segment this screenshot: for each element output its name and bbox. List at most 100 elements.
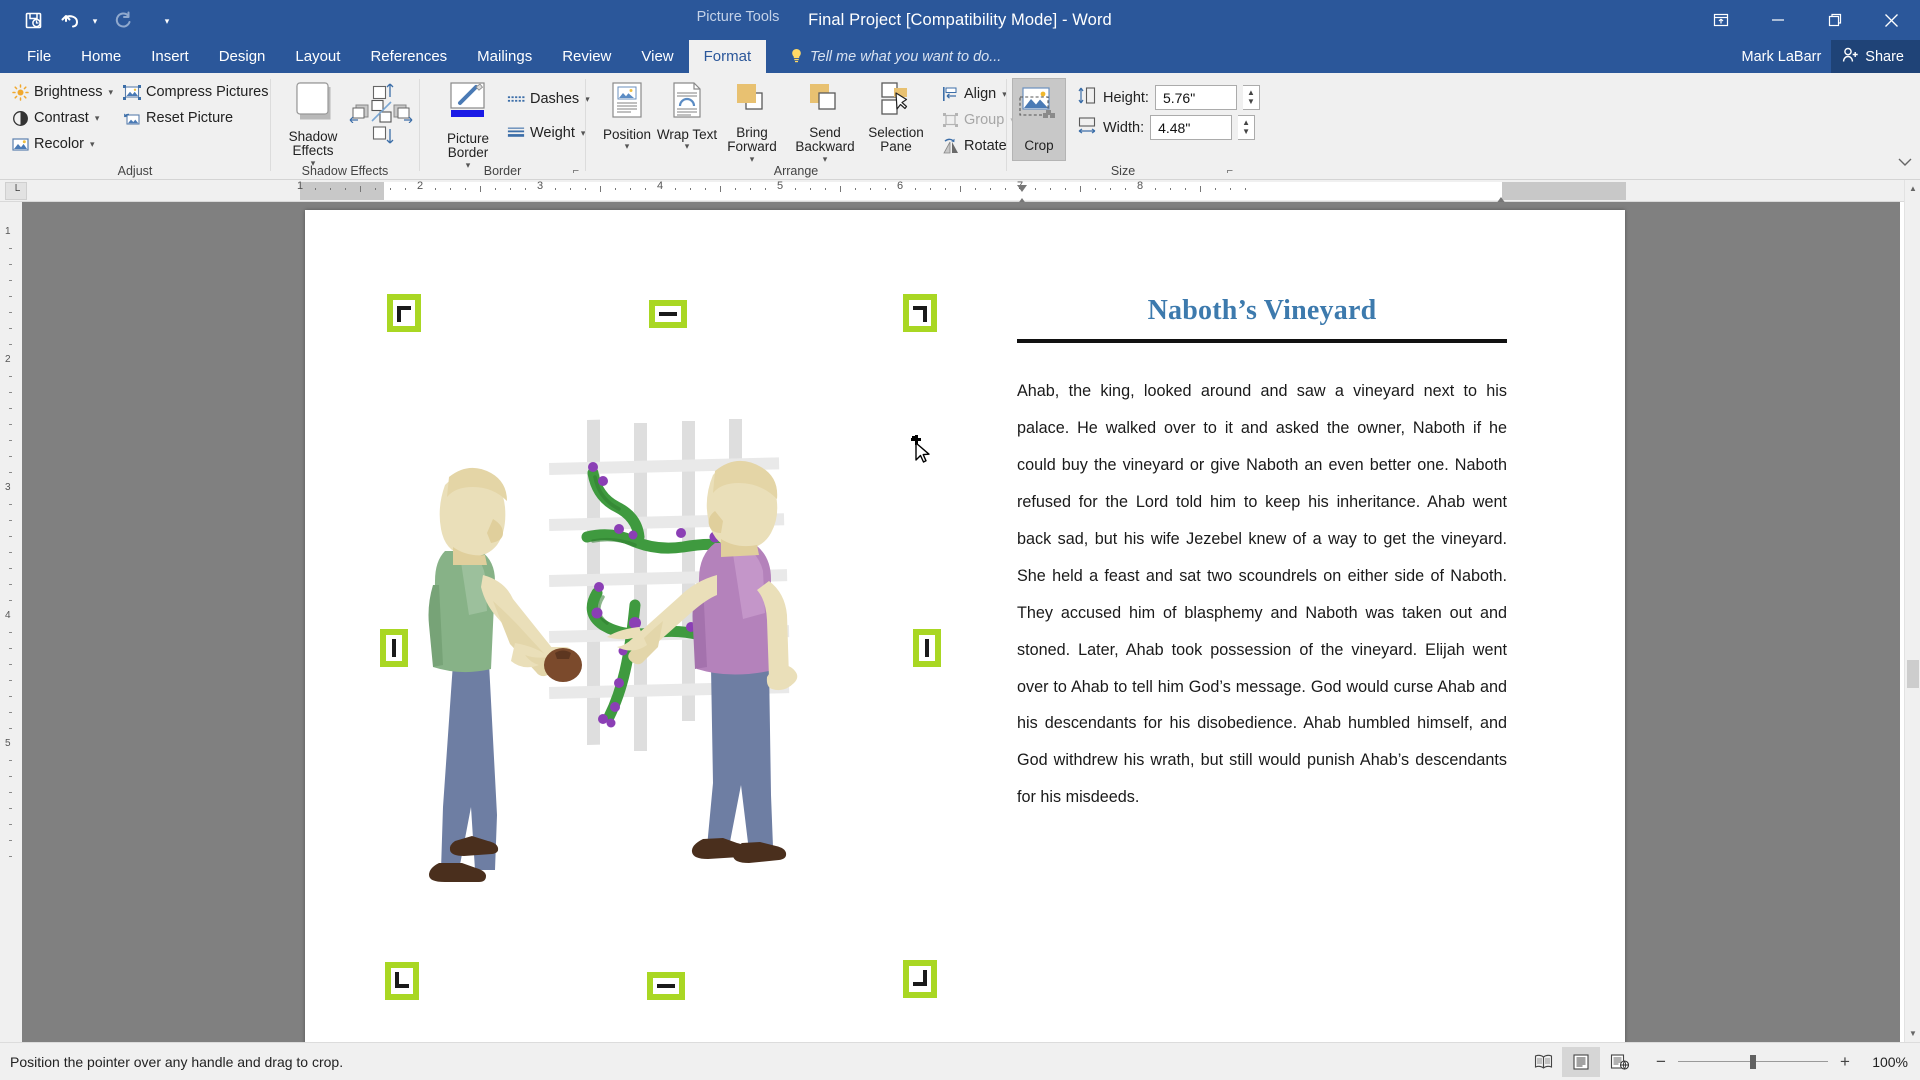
crop-handle-top-left[interactable] <box>387 294 421 332</box>
tab-home[interactable]: Home <box>66 40 136 73</box>
ruler-tick <box>870 188 871 190</box>
nudge-shadow-right-button[interactable] <box>391 101 413 128</box>
ruler-number: 4 <box>656 180 664 192</box>
chevron-down-icon[interactable]: ▾ <box>750 154 755 165</box>
horizontal-ruler[interactable]: └ 12345678 <box>0 180 1920 205</box>
crop-handle-bottom-right[interactable] <box>903 960 937 998</box>
vertical-ruler-number: 4 <box>5 610 11 621</box>
vertical-ruler-tick <box>9 440 12 441</box>
web-layout-view-button[interactable] <box>1600 1047 1638 1077</box>
ruler-tick <box>330 188 331 190</box>
vertical-ruler[interactable]: 1 2 3 4 5 <box>0 202 22 1042</box>
contrast-button[interactable]: Contrast ▾ <box>6 105 118 131</box>
vertical-ruler-tick <box>9 728 12 729</box>
naboth-vineyard-illustration[interactable] <box>397 415 857 935</box>
print-layout-view-button[interactable] <box>1562 1046 1600 1077</box>
ruler-number: 5 <box>776 180 784 192</box>
compress-pictures-button[interactable]: Compress Pictures <box>118 79 273 105</box>
crop-handle-middle-left[interactable] <box>380 629 408 667</box>
zoom-slider-thumb[interactable] <box>1750 1054 1756 1069</box>
ruler-tick <box>1005 188 1006 190</box>
zoom-level-label[interactable]: 100% <box>1862 1054 1908 1070</box>
picture-border-button[interactable]: Picture Border ▾ <box>438 77 498 170</box>
ruler-tick <box>1080 186 1081 192</box>
send-backward-icon <box>805 81 845 123</box>
scroll-down-icon[interactable]: ▼ <box>1905 1025 1920 1042</box>
nudge-shadow-left-button[interactable] <box>349 101 371 128</box>
nudge-shadow-down-button[interactable] <box>371 125 395 152</box>
position-button[interactable]: Position ▾ <box>596 77 658 152</box>
send-backward-button[interactable]: Send Backward ▾ <box>788 77 862 164</box>
width-input[interactable]: 4.48" <box>1150 115 1233 140</box>
crop-handle-middle-right[interactable] <box>913 629 941 667</box>
bring-forward-button[interactable]: Bring Forward ▾ <box>716 77 788 164</box>
selection-pane-button[interactable]: Selection Pane <box>860 77 932 155</box>
zoom-out-button[interactable]: − <box>1654 1052 1668 1072</box>
crop-handle-top-right[interactable] <box>903 294 937 332</box>
document-page[interactable]: Naboth’s Vineyard Ahab, the king, looked… <box>305 210 1625 1042</box>
wrap-text-button[interactable]: Wrap Text ▾ <box>656 77 718 152</box>
shadow-effects-button[interactable]: Shadow Effects ▾ <box>281 77 345 168</box>
tab-layout[interactable]: Layout <box>280 40 355 73</box>
read-mode-view-button[interactable] <box>1524 1047 1562 1077</box>
tab-review[interactable]: Review <box>547 40 626 73</box>
tab-insert[interactable]: Insert <box>136 40 204 73</box>
chevron-down-icon[interactable]: ▾ <box>95 113 100 124</box>
scrollbar-thumb[interactable] <box>1907 660 1919 688</box>
ruler-tick <box>840 186 841 192</box>
share-button[interactable]: Share <box>1831 40 1920 73</box>
share-label: Share <box>1865 48 1904 65</box>
ribbon-display-options-icon[interactable] <box>1692 0 1749 40</box>
tab-view[interactable]: View <box>626 40 688 73</box>
ruler-left-margin <box>300 182 384 200</box>
close-icon[interactable] <box>1863 0 1920 40</box>
ruler-tick <box>720 186 721 192</box>
reset-picture-button[interactable]: Reset Picture <box>118 105 273 131</box>
ruler-tick <box>555 188 556 190</box>
ruler-tick <box>375 188 376 190</box>
vertical-ruler-tick <box>9 648 12 649</box>
chevron-down-icon[interactable]: ▾ <box>685 141 690 152</box>
border-dialog-launcher[interactable]: ⌐ <box>573 165 579 177</box>
restore-icon[interactable] <box>1806 0 1863 40</box>
collapse-ribbon-icon[interactable] <box>1898 157 1912 171</box>
user-name-label[interactable]: Mark LaBarr <box>1742 49 1832 65</box>
crop-button[interactable]: Crop <box>1012 78 1066 161</box>
chevron-down-icon[interactable]: ▾ <box>823 154 828 165</box>
document-canvas[interactable]: Naboth’s Vineyard Ahab, the king, looked… <box>22 202 1900 1042</box>
vertical-ruler-tick <box>9 824 12 825</box>
tell-me-search-box[interactable]: Tell me what you want to do... <box>790 40 1001 73</box>
width-stepper[interactable]: ▲ ▼ <box>1238 115 1256 140</box>
tab-format[interactable]: Format <box>688 40 767 73</box>
vertical-ruler-tick <box>9 472 12 473</box>
tab-references[interactable]: References <box>355 40 462 73</box>
ruler-tick <box>405 188 406 190</box>
recolor-button[interactable]: Recolor ▾ <box>6 131 118 157</box>
scroll-up-icon[interactable]: ▲ <box>1905 180 1920 197</box>
chevron-down-icon[interactable]: ▾ <box>109 87 114 98</box>
ruler-tick <box>930 188 931 190</box>
body-paragraph[interactable]: Ahab, the king, looked around and saw a … <box>1017 373 1507 816</box>
vertical-ruler-tick <box>9 520 12 521</box>
size-dialog-launcher[interactable]: ⌐ <box>1227 165 1233 177</box>
vertical-scrollbar[interactable]: ▲ ▼ <box>1904 180 1920 1042</box>
tab-design[interactable]: Design <box>204 40 281 73</box>
brightness-button[interactable]: Brightness ▾ <box>6 79 118 105</box>
crop-handle-top-center[interactable] <box>649 300 687 328</box>
chevron-down-icon[interactable]: ▾ <box>625 141 630 152</box>
crop-handle-bottom-center[interactable] <box>647 972 685 1000</box>
tab-file[interactable]: File <box>12 40 67 73</box>
ruler-tick <box>645 188 646 190</box>
dashes-button[interactable]: Dashes ▾ <box>502 85 595 113</box>
crop-handle-bottom-left[interactable] <box>385 962 419 1000</box>
height-input[interactable]: 5.76" <box>1154 85 1237 110</box>
tab-mailings[interactable]: Mailings <box>462 40 547 73</box>
weight-button[interactable]: Weight ▾ <box>502 119 595 147</box>
minimize-icon[interactable] <box>1749 0 1806 40</box>
tab-stop-selector[interactable]: └ <box>5 182 27 200</box>
zoom-slider[interactable] <box>1678 1054 1828 1069</box>
height-stepper[interactable]: ▲ ▼ <box>1242 85 1260 110</box>
chevron-down-icon[interactable]: ▾ <box>90 139 95 150</box>
zoom-in-button[interactable]: + <box>1838 1052 1852 1072</box>
article[interactable]: Naboth’s Vineyard Ahab, the king, looked… <box>1017 295 1507 816</box>
